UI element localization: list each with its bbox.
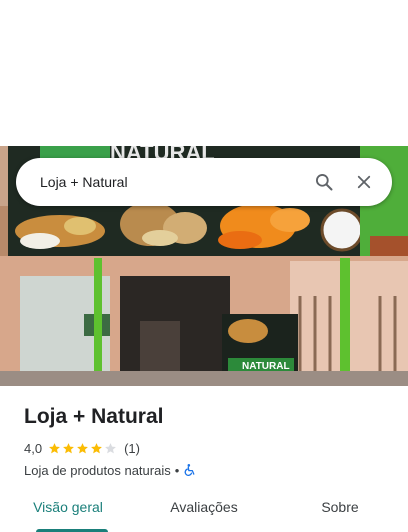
search-query[interactable]: Loja + Natural <box>40 174 304 190</box>
star-icon <box>49 442 60 453</box>
search-icon <box>316 174 333 191</box>
place-title: Loja + Natural <box>24 405 164 428</box>
review-count[interactable]: (1) <box>124 441 140 456</box>
rating-stars <box>48 442 118 455</box>
search-bar[interactable]: Loja + Natural <box>16 158 392 206</box>
place-tabs: Visão geral Avaliações Sobre <box>0 488 408 532</box>
rating-value: 4,0 <box>24 440 43 456</box>
close-icon <box>357 175 371 189</box>
star-icon <box>91 442 102 453</box>
star-icon <box>105 442 116 453</box>
category-row: Loja de produtos naturais • <box>24 461 394 479</box>
rating-row[interactable]: 4,0 (1) <box>24 439 394 457</box>
place-info: Loja + Natural 4,0 (1) Loja de produtos … <box>24 404 394 479</box>
tab-about[interactable]: Sobre <box>272 488 408 532</box>
tab-reviews[interactable]: Avaliações <box>136 488 272 532</box>
tab-overview[interactable]: Visão geral <box>0 488 136 532</box>
place-category: Loja de produtos naturais <box>24 462 171 478</box>
wheelchair-icon <box>184 464 195 476</box>
separator: • <box>174 462 180 478</box>
standee-sign-text: NATURAL <box>242 361 290 372</box>
clear-search-button[interactable] <box>344 162 384 202</box>
search-button[interactable] <box>304 162 344 202</box>
map-blank-area <box>0 0 408 146</box>
star-icon <box>63 442 74 453</box>
star-icon <box>77 442 88 453</box>
